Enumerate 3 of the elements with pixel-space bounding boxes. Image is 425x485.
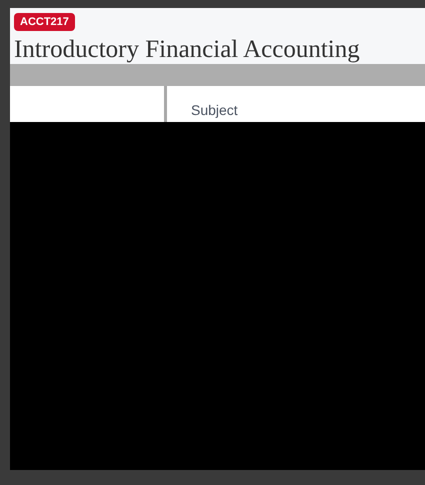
course-title: Introductory Financial Accounting xyxy=(14,37,361,63)
subject-label: Subject xyxy=(191,102,238,119)
course-code-badge: ACCT217 xyxy=(14,13,75,31)
